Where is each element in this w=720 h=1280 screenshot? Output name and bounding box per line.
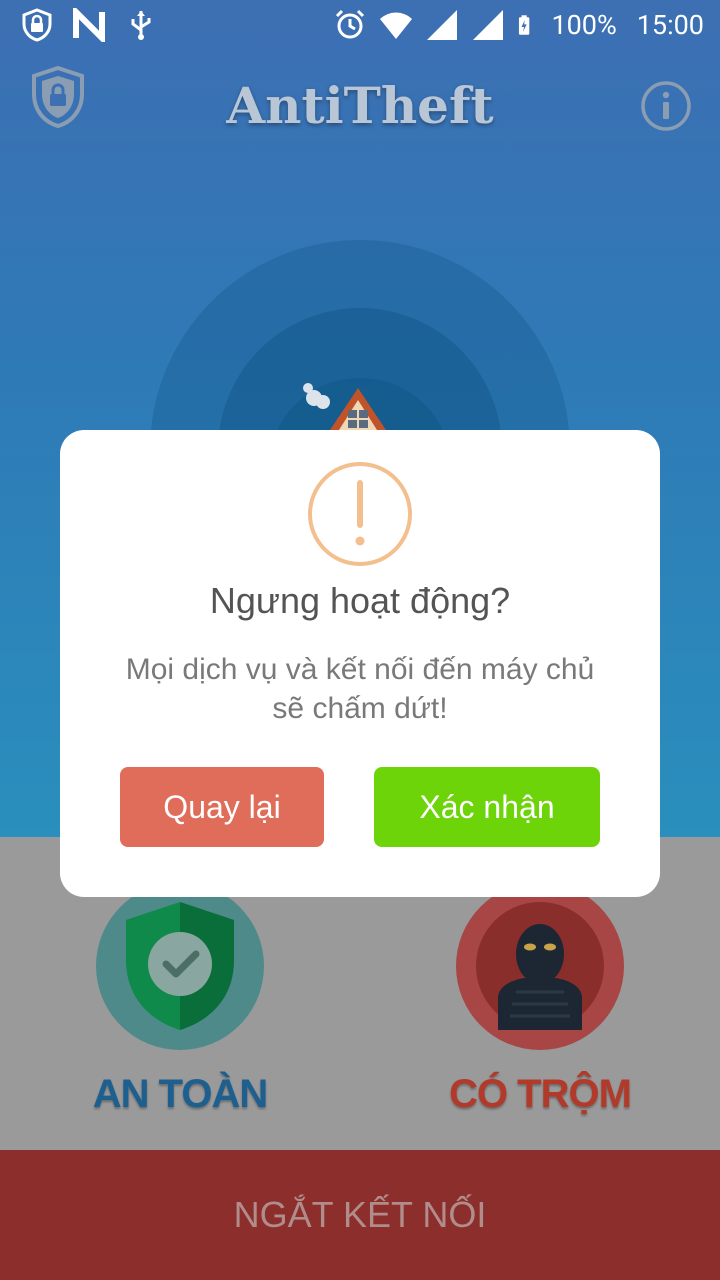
confirm-button[interactable]: Xác nhận (374, 767, 600, 847)
back-button[interactable]: Quay lại (120, 767, 324, 847)
dialog-message: Mọi dịch vụ và kết nối đến máy chủ sẽ ch… (125, 653, 595, 725)
exclamation-circle-icon (308, 462, 412, 566)
confirm-dialog: Ngưng hoạt động? Mọi dịch vụ và kết nối … (60, 430, 660, 897)
dialog-title: Ngưng hoạt động? (209, 580, 511, 621)
